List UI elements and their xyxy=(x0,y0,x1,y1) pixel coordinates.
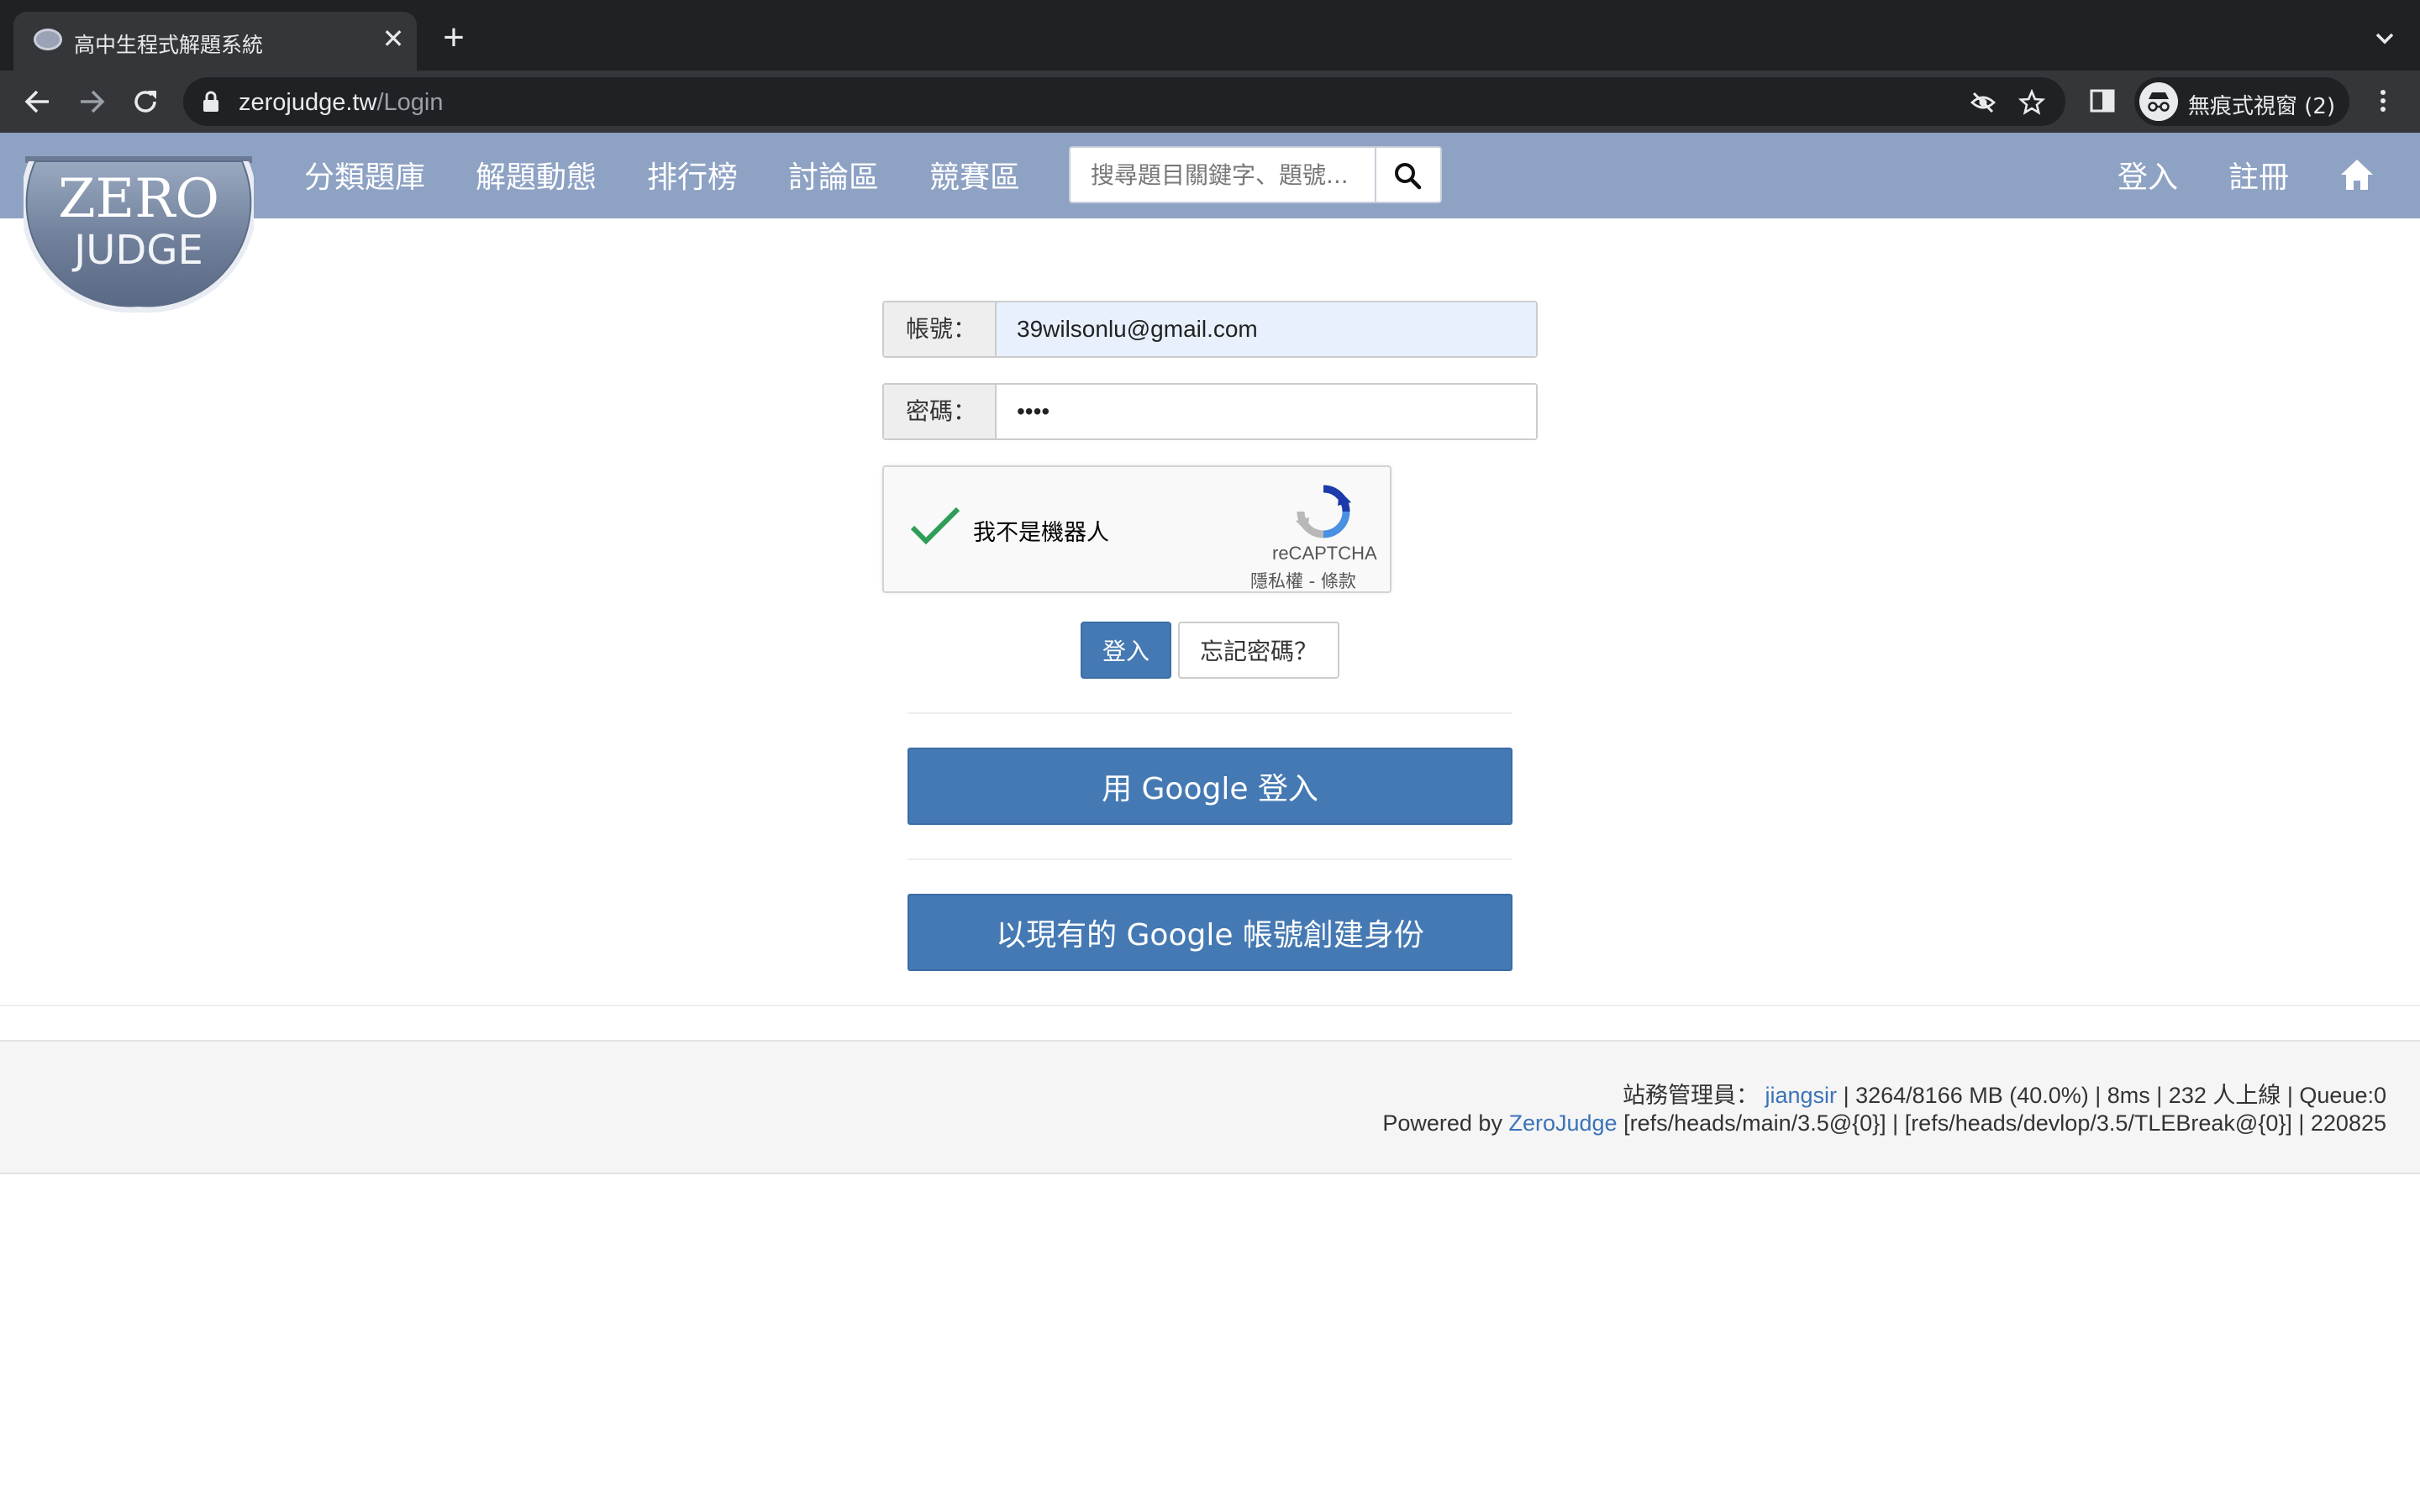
logo-text-judge: JUDGE xyxy=(71,227,203,274)
password-label: 密碼： xyxy=(884,385,997,438)
site-footer: 站務管理員： jiangsir | 3264/8166 MB (40.0%) |… xyxy=(0,1040,2420,1174)
google-create-account-button[interactable]: 以現有的 Google 帳號創建身份 xyxy=(908,894,1512,971)
search-input[interactable] xyxy=(1071,148,1375,202)
online-users-label: 人上線 xyxy=(2212,1083,2281,1109)
memory-stats: | 3264/8166 MB (40.0%) | 8ms | 232 xyxy=(1843,1083,2207,1108)
build-info: [refs/heads/main/3.5@{0}] | [refs/heads/… xyxy=(1623,1110,2386,1136)
zerojudge-logo[interactable]: ZERO JUDGE xyxy=(24,156,254,316)
reload-icon[interactable] xyxy=(128,84,163,119)
nav-contests[interactable]: 競賽區 xyxy=(929,153,1020,197)
lock-icon[interactable] xyxy=(202,91,220,113)
nav-ranking[interactable]: 排行榜 xyxy=(647,153,738,197)
incognito-icon xyxy=(2139,82,2178,121)
queue-stats: | Queue:0 xyxy=(2286,1083,2386,1108)
footer-stats-line: 站務管理員： jiangsir | 3264/8166 MB (40.0%) |… xyxy=(1623,1077,2386,1110)
forgot-password-button[interactable]: 忘記密碼？ xyxy=(1178,622,1339,679)
site-navbar: 分類題庫 解題動態 排行榜 討論區 競賽區 登入 註冊 xyxy=(0,133,2420,218)
recaptcha-label: 我不是機器人 xyxy=(973,520,1109,546)
password-field-group: 密碼： xyxy=(882,383,1538,440)
account-field-group: 帳號： xyxy=(882,301,1538,358)
powered-by-label: Powered by xyxy=(1382,1110,1502,1136)
zerojudge-link[interactable]: ZeroJudge xyxy=(1508,1110,1617,1136)
google-login-button[interactable]: 用 Google 登入 xyxy=(908,748,1512,825)
divider xyxy=(908,858,1512,860)
browser-toolbar: zerojudge.tw/Login 無痕式視窗 (2) xyxy=(0,71,2420,133)
logo-text-zero: ZERO xyxy=(58,168,219,230)
nav-forum[interactable]: 討論區 xyxy=(788,153,879,197)
eye-off-icon[interactable] xyxy=(1970,89,1996,116)
nav-submissions[interactable]: 解題動態 xyxy=(476,153,597,197)
account-input[interactable] xyxy=(997,302,1536,356)
divider xyxy=(908,712,1512,714)
browser-tab-active[interactable]: 高中生程式解題系統 ✕ xyxy=(13,12,417,71)
nav-problem-categories[interactable]: 分類題庫 xyxy=(304,153,425,197)
site-favicon-icon xyxy=(34,29,62,50)
back-arrow-icon[interactable] xyxy=(20,84,55,119)
admin-label: 站務管理員： xyxy=(1623,1083,1759,1109)
tab-search-chevron-icon[interactable] xyxy=(2370,24,2400,54)
page-divider xyxy=(0,1005,2420,1006)
password-input[interactable] xyxy=(997,385,1536,438)
home-icon[interactable] xyxy=(2339,158,2375,192)
url-text: zerojudge.tw/Login xyxy=(239,89,443,117)
url-path: /Login xyxy=(376,89,444,116)
nav-register-link[interactable]: 註冊 xyxy=(2228,153,2289,197)
incognito-label: 無痕式視窗 (2) xyxy=(2188,94,2336,119)
nav-login-link[interactable]: 登入 xyxy=(2118,153,2178,197)
admin-link[interactable]: jiangsir xyxy=(1765,1083,1838,1108)
side-panel-icon[interactable] xyxy=(2089,87,2116,114)
login-button[interactable]: 登入 xyxy=(1081,622,1171,679)
search-button[interactable] xyxy=(1375,146,1442,203)
tab-title: 高中生程式解題系統 xyxy=(74,33,264,57)
footer-powered-line: Powered by ZeroJudge [refs/heads/main/3.… xyxy=(1382,1110,2386,1137)
address-bar[interactable]: zerojudge.tw/Login xyxy=(183,77,2065,126)
account-label: 帳號： xyxy=(884,302,997,356)
recaptcha-checkmark-icon[interactable] xyxy=(909,504,961,548)
new-tab-button[interactable]: + xyxy=(439,19,469,56)
recaptcha-brand: reCAPTCHA xyxy=(1272,543,1377,564)
browser-menu-icon[interactable] xyxy=(2370,87,2396,114)
browser-tabstrip: 高中生程式解題系統 ✕ + xyxy=(0,0,2420,71)
bookmark-star-icon[interactable] xyxy=(2018,89,2045,116)
recaptcha-widget: 我不是機器人 reCAPTCHA 隱私權 - 條款 xyxy=(882,465,1392,593)
recaptcha-privacy-terms[interactable]: 隱私權 - 條款 xyxy=(1250,568,1356,593)
recaptcha-logo-icon xyxy=(1296,485,1351,538)
search-icon xyxy=(1395,163,1422,190)
url-host: zerojudge.tw xyxy=(239,89,377,116)
forward-arrow-icon[interactable] xyxy=(74,84,109,119)
tab-close-icon[interactable]: ✕ xyxy=(378,24,408,54)
search-box xyxy=(1069,146,1376,203)
incognito-profile-button[interactable]: 無痕式視窗 (2) xyxy=(2134,77,2349,126)
